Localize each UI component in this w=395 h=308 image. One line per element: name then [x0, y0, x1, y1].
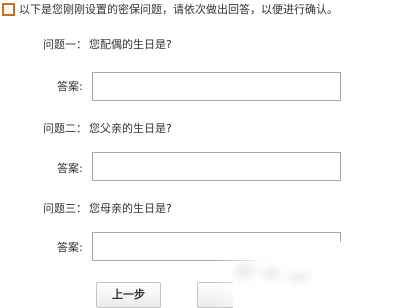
- answer-2-label: 答案:: [57, 162, 83, 175]
- answer-1-label: 答案:: [57, 80, 83, 93]
- checkbox-icon: [2, 3, 15, 16]
- question-3: 问题三： 您母亲的生日是?: [43, 201, 172, 217]
- question-2-text: 您父亲的生日是?: [89, 122, 172, 135]
- question-1: 问题一： 您配偶的生日是?: [43, 37, 172, 53]
- previous-step-button[interactable]: 上一步: [96, 282, 161, 308]
- blur-spot: [286, 272, 310, 282]
- answer-2-input[interactable]: [92, 152, 341, 181]
- blurred-region: [214, 242, 395, 306]
- question-3-label: 问题三：: [43, 202, 87, 215]
- question-2-label: 问题二：: [43, 122, 87, 135]
- answer-1-input[interactable]: [92, 72, 341, 101]
- answer-3-label: 答案:: [57, 241, 83, 254]
- blur-spot: [234, 264, 256, 278]
- question-1-label: 问题一：: [43, 38, 87, 51]
- blur-spot: [262, 268, 280, 280]
- question-2: 问题二： 您父亲的生日是?: [43, 121, 172, 137]
- question-3-text: 您母亲的生日是?: [89, 202, 172, 215]
- question-1-text: 您配偶的生日是?: [89, 38, 172, 51]
- intro-text: 以下是您刚刚设置的密保问题，请依次做出回答，以便进行确认。: [19, 3, 338, 16]
